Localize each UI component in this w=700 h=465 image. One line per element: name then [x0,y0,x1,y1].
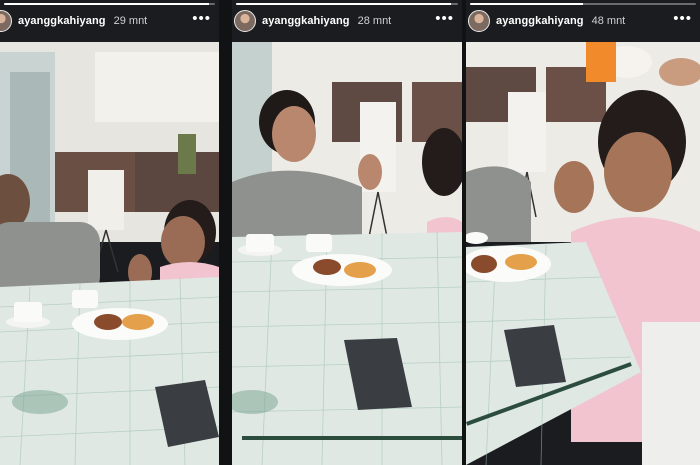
profile-avatar[interactable] [468,10,490,32]
story-panel-1[interactable]: ayanggkahiyang 29 mnt ••• [0,0,219,465]
story-panel-2[interactable]: ayanggkahiyang 28 mnt ••• [232,0,462,465]
username[interactable]: ayanggkahiyang [18,15,106,27]
story-progress-bar [4,3,215,5]
more-dots-icon[interactable]: ••• [673,11,692,26]
story-photo [0,42,219,465]
more-dots-icon[interactable]: ••• [192,11,211,26]
profile-avatar[interactable] [0,10,12,32]
story-time: 48 mnt [591,15,626,27]
story-progress-bar [470,3,696,5]
story-photo [466,42,700,465]
story-progress-fill [236,3,452,5]
story-header: ayanggkahiyang 29 mnt ••• [0,8,219,34]
story-panel-3[interactable]: ayanggkahiyang 48 mnt ••• [466,0,700,465]
story-progress-bar [236,3,458,5]
profile-avatar[interactable] [234,10,256,32]
username[interactable]: ayanggkahiyang [496,15,584,27]
story-header: ayanggkahiyang 28 mnt ••• [232,8,462,34]
story-collage: ayanggkahiyang 29 mnt ••• ayanggkahiyang… [0,0,700,465]
story-photo [232,42,462,465]
story-time: 28 mnt [357,15,392,27]
story-time: 29 mnt [113,15,148,27]
story-header: ayanggkahiyang 48 mnt ••• [466,8,700,34]
story-progress-fill [4,3,209,5]
more-dots-icon[interactable]: ••• [435,11,454,26]
story-progress-fill [470,3,583,5]
username[interactable]: ayanggkahiyang [262,15,350,27]
